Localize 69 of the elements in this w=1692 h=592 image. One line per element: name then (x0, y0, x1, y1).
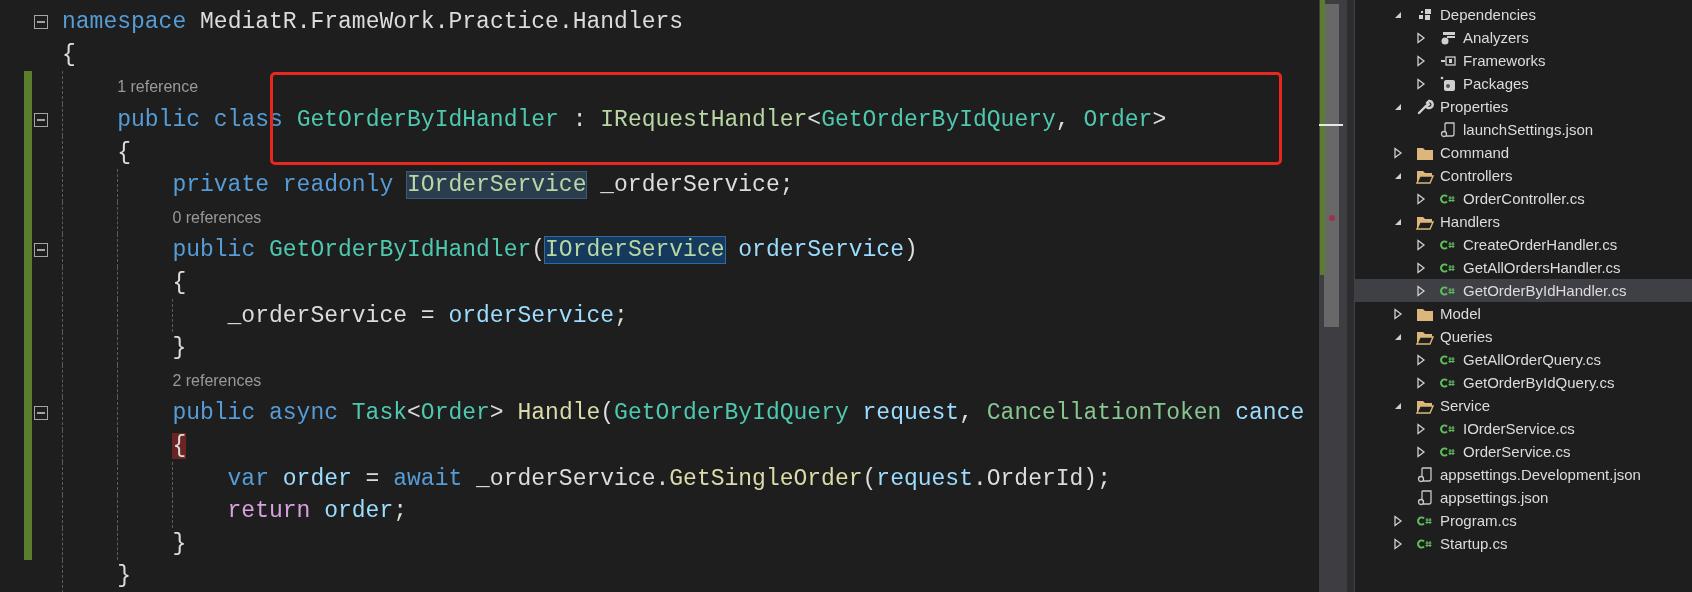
code-line: return order; (227, 498, 407, 525)
collapsed-arrow-icon[interactable] (1393, 514, 1403, 527)
tree-item[interactable]: appsettings.json (1355, 486, 1692, 509)
wrench-icon (1416, 98, 1434, 115)
collapse-icon[interactable] (34, 113, 48, 128)
tree-item[interactable]: Analyzers (1355, 26, 1692, 49)
code-line: { (62, 41, 76, 68)
reference-count[interactable]: 2 references (172, 371, 262, 390)
collapsed-arrow-icon[interactable] (1416, 284, 1426, 297)
collapsed-arrow-icon[interactable] (1393, 537, 1403, 550)
collapsed-arrow-icon[interactable] (1416, 261, 1426, 274)
collapsed-arrow-icon[interactable] (1416, 422, 1426, 435)
code-line: _orderService = orderService; (227, 302, 628, 329)
tree-item[interactable]: OrderService.cs (1355, 440, 1692, 463)
dependencies-icon (1416, 6, 1434, 23)
tree-item[interactable]: GetAllOrderQuery.cs (1355, 348, 1692, 371)
analyzer-icon (1439, 29, 1457, 46)
tree-item[interactable]: CreateOrderHandler.cs (1355, 233, 1692, 256)
collapse-icon[interactable] (34, 15, 48, 30)
tree-item[interactable]: Dependencies (1355, 3, 1692, 26)
code-line: namespace MediatR.FrameWork.Practice.Handlers (62, 9, 684, 36)
tree-item[interactable]: Frameworks (1355, 49, 1692, 72)
collapsed-arrow-icon[interactable] (1416, 77, 1426, 90)
tree-item[interactable]: launchSettings.json (1355, 118, 1692, 141)
tree-item[interactable]: Service (1355, 394, 1692, 417)
tree-item[interactable]: GetAllOrdersHandler.cs (1355, 256, 1692, 279)
tree-item[interactable]: Controllers (1355, 164, 1692, 187)
scrollbar[interactable] (1319, 0, 1347, 592)
code-line: } (172, 335, 187, 362)
tree-item[interactable]: IOrderService.cs (1355, 417, 1692, 440)
collapse-icon[interactable] (34, 406, 48, 421)
json-file-icon (1416, 466, 1434, 483)
code-line: public async Task<Order> Handle(GetOrderByIdQuery request, CancellationToken cance (172, 400, 1305, 427)
tree-item[interactable]: Model (1355, 302, 1692, 325)
collapsed-arrow-icon[interactable] (1393, 307, 1403, 320)
collapsed-arrow-icon[interactable] (1416, 192, 1426, 205)
tree-item[interactable]: Handlers (1355, 210, 1692, 233)
code-line: var order = await _orderService.GetSingleOrder(request.OrderId); (227, 465, 1111, 492)
code-line: public GetOrderByIdHandler(IOrderService orderService) (172, 237, 918, 264)
code-line: } (117, 563, 131, 590)
json-file-icon (1439, 121, 1457, 138)
tree-item[interactable]: Queries (1355, 325, 1692, 348)
tree-item[interactable]: GetOrderByIdHandler.cs (1355, 279, 1692, 302)
collapsed-arrow-icon[interactable] (1416, 353, 1426, 366)
tree-item[interactable]: Command (1355, 141, 1692, 164)
collapsed-arrow-icon[interactable] (1416, 376, 1426, 389)
code-line: private readonly IOrderService _orderService; (172, 172, 794, 199)
code-line: } (172, 530, 187, 557)
tree-item[interactable]: Packages (1355, 72, 1692, 95)
tree-item[interactable]: Startup.cs (1355, 532, 1692, 555)
collapsed-arrow-icon[interactable] (1416, 445, 1426, 458)
code-line: { (172, 270, 187, 297)
collapse-icon[interactable] (34, 243, 48, 258)
caret-marker (1319, 124, 1343, 126)
collapsed-arrow-icon[interactable] (1416, 238, 1426, 251)
tree-item[interactable]: appsettings.Development.json (1355, 463, 1692, 486)
tree-item[interactable]: Properties (1355, 95, 1692, 118)
tree-item[interactable]: GetOrderByIdQuery.cs (1355, 371, 1692, 394)
collapsed-arrow-icon[interactable] (1393, 146, 1403, 159)
reference-count[interactable]: 1 reference (117, 78, 199, 97)
tree-item[interactable]: OrderController.cs (1355, 187, 1692, 210)
collapsed-arrow-icon[interactable] (1416, 31, 1426, 44)
package-icon (1439, 75, 1457, 92)
collapsed-arrow-icon[interactable] (1416, 54, 1426, 67)
tree-item[interactable]: Program.cs (1355, 509, 1692, 532)
reference-count[interactable]: 0 references (172, 208, 262, 227)
json-file-icon (1416, 489, 1434, 506)
code-line: { (117, 139, 131, 166)
breakpoint-marker (1329, 215, 1335, 221)
